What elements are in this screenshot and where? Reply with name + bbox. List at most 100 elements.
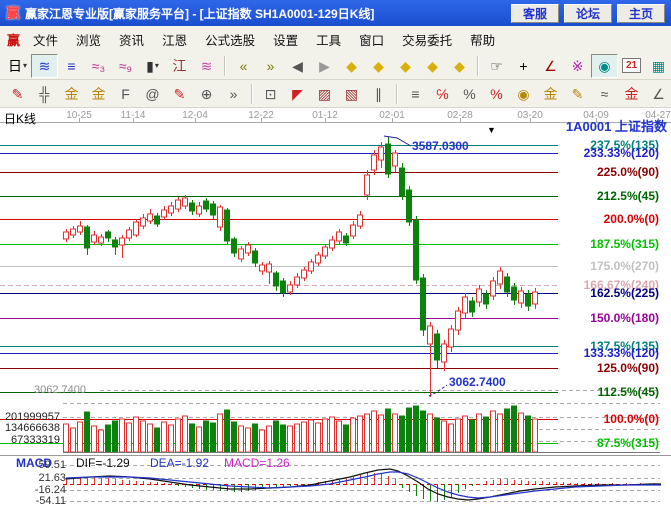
menu-browse[interactable]: 浏览 [67, 27, 110, 52]
diamond-shrink-icon[interactable]: ◆ [365, 54, 392, 78]
symbol-dropdown-icon[interactable]: ▼ [487, 125, 496, 135]
calendar-icon[interactable]: 21 [618, 54, 645, 78]
app-logo-icon: 赢 [6, 3, 20, 23]
color-bars-icon[interactable]: ≋ [193, 54, 220, 78]
gold-grid-icon[interactable]: 金 [58, 82, 85, 106]
golden-circle-icon[interactable]: ◉ [510, 82, 537, 106]
first-bar-icon[interactable]: « [230, 54, 257, 78]
toolbar-separator [396, 84, 398, 104]
macd-scale-label: 59.51 [4, 459, 66, 471]
toolbar-separator [224, 56, 226, 76]
percent-levels-icon[interactable]: % [483, 82, 510, 106]
wave-3-icon[interactable]: ≈₃ [85, 54, 112, 78]
brush-ruler-icon[interactable]: ✎ [166, 82, 193, 106]
gann-level-label: 200.0%(0) [604, 212, 659, 226]
macd-macd-value: MACD=1.26 [224, 456, 290, 470]
gann-level-label: 133.33%(120) [584, 346, 659, 360]
percent-icon[interactable]: % [456, 82, 483, 106]
circle-cross-icon[interactable]: ⊕ [193, 82, 220, 106]
titlebar-buttons: 客服论坛主页 [511, 4, 671, 23]
info-list-icon[interactable]: ≡ [58, 54, 85, 78]
brain-tool-icon[interactable]: ◉ [591, 54, 618, 78]
gann-level-label: 100.0%(0) [604, 412, 659, 426]
ray-fan-icon[interactable]: ◤ [284, 82, 311, 106]
toolbar-separator [251, 84, 253, 104]
last-bar-icon[interactable]: » [257, 54, 284, 78]
diamond-right-icon[interactable]: ◆ [419, 54, 446, 78]
gann-level-label: 233.33%(120) [584, 146, 659, 160]
fence-icon[interactable]: ╬ [31, 82, 58, 106]
volume-scale-label: 134666638 [0, 422, 60, 434]
axis-date-label: 02-01 [374, 110, 410, 121]
period-day-button[interactable]: 日▾ [4, 54, 31, 78]
window-title: 赢家江恩专业版[赢家服务平台] - [上证指数 SH1A0001-129日K线] [25, 5, 374, 22]
box-tool-icon[interactable]: ⊡ [257, 82, 284, 106]
gann-level-label: 175.0%(270) [590, 259, 659, 273]
menu-file[interactable]: 文件 [24, 27, 67, 52]
angle-tool-icon[interactable]: ∠ [537, 54, 564, 78]
axis-date-label: 03-20 [512, 110, 548, 121]
kline-canvas [0, 108, 671, 511]
menu-items: 文件浏览资讯江恩公式选股设置工具窗口交易委托帮助 [24, 27, 504, 52]
gann-level-label: 87.5%(315) [597, 436, 659, 450]
gann-level-label: 187.5%(315) [590, 237, 659, 251]
golden-level-icon[interactable]: 金 [537, 82, 564, 106]
axis-date-label: 12-04 [177, 110, 213, 121]
calculator-icon[interactable]: ▦ [645, 54, 671, 78]
gold-brush-icon[interactable]: ✎ [564, 82, 591, 106]
brush-icon[interactable]: ✎ [4, 82, 31, 106]
titlebar-button-luntan[interactable]: 论坛 [564, 4, 612, 23]
menu-window[interactable]: 窗口 [350, 27, 393, 52]
toolbar-separator [477, 56, 479, 76]
menu-tools[interactable]: 工具 [307, 27, 350, 52]
left-price-label: 3062.7400 [34, 384, 86, 396]
gann-level-label: 150.0%(180) [590, 311, 659, 325]
spiral-icon[interactable]: @ [139, 82, 166, 106]
scale-ruler-icon[interactable]: ≡ [402, 82, 429, 106]
menu-help[interactable]: 帮助 [461, 27, 504, 52]
gann-level-label: 112.5%(45) [598, 385, 659, 399]
application-window: 赢 赢家江恩专业版[赢家服务平台] - [上证指数 SH1A0001-129日K… [0, 0, 671, 511]
flower-tool-icon[interactable]: ※ [564, 54, 591, 78]
wave-9-icon[interactable]: ≈₉ [112, 54, 139, 78]
menu-gann[interactable]: 江恩 [153, 27, 196, 52]
gann-level-label: 212.5%(45) [597, 189, 659, 203]
trough-price-annotation: 3062.7400 [449, 375, 506, 389]
macd-dea-value: DEA=-1.92 [150, 456, 209, 470]
gann-level-label: 225.0%(90) [597, 165, 659, 179]
menu-trade[interactable]: 交易委托 [393, 27, 461, 52]
parallel-lines-icon[interactable]: ∥ [365, 82, 392, 106]
axis-date-label: 02-28 [442, 110, 478, 121]
menu-news[interactable]: 资讯 [110, 27, 153, 52]
macd-scale-label: -54.11 [4, 495, 66, 507]
gann-tools-icon[interactable]: 江 [166, 54, 193, 78]
titlebar-button-kefu[interactable]: 客服 [511, 4, 559, 23]
menu-formula-stock-pick[interactable]: 公式选股 [196, 27, 264, 52]
gold-grid2-icon[interactable]: 金 [85, 82, 112, 106]
angle-lines-icon[interactable]: ∠ [645, 82, 671, 106]
prev-bar-icon[interactable]: ◀ [284, 54, 311, 78]
gann-level-label: 162.5%(225) [590, 286, 659, 300]
titlebar-button-zhuye[interactable]: 主页 [617, 4, 665, 23]
axis-date-label: 04-09 [578, 110, 614, 121]
next-bar-icon[interactable]: ▶ [311, 54, 338, 78]
gold-line-icon[interactable]: 金 [618, 82, 645, 106]
hand-tool-icon[interactable]: ☞ [483, 54, 510, 78]
wave-tool-icon[interactable]: ≈ [591, 82, 618, 106]
diamond-expand-icon[interactable]: ◆ [338, 54, 365, 78]
diamond-vertical-icon[interactable]: ◆ [446, 54, 473, 78]
peak-price-annotation: 3587.0300 [412, 139, 469, 153]
diamond-left-icon[interactable]: ◆ [392, 54, 419, 78]
trend-wave-icon[interactable]: ≋ [31, 54, 58, 78]
menu-settings[interactable]: 设置 [264, 27, 307, 52]
percent-angle-icon[interactable]: ℅ [429, 82, 456, 106]
f-grid-icon[interactable]: F [112, 82, 139, 106]
fan-box2-icon[interactable]: ▧ [338, 82, 365, 106]
more-tools-icon[interactable]: » [220, 82, 247, 106]
macd-dif-value: DIF=-1.29 [76, 456, 130, 470]
fan-box-icon[interactable]: ▨ [311, 82, 338, 106]
candle-style-button[interactable]: ▮▾ [139, 54, 166, 78]
title-bar: 赢 赢家江恩专业版[赢家服务平台] - [上证指数 SH1A0001-129日K… [0, 0, 671, 26]
crosshair-tool-icon[interactable]: + [510, 54, 537, 78]
axis-date-label: 01-12 [307, 110, 343, 121]
